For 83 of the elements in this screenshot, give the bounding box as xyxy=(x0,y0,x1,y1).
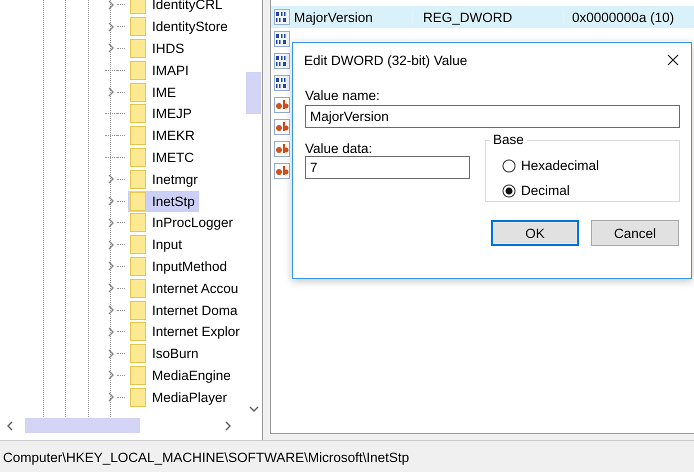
folder-icon xyxy=(130,256,146,276)
folder-icon xyxy=(130,148,146,167)
radio-option[interactable]: Hexadecimal xyxy=(502,153,600,178)
close-icon[interactable] xyxy=(667,54,679,66)
scrollbar-thumb[interactable] xyxy=(25,418,140,433)
folder-icon xyxy=(130,388,146,407)
registry-path: Computer\HKEY_LOCAL_MACHINE\SOFTWARE\Microsoft\InetStp xyxy=(3,450,410,464)
radio-option[interactable]: Decimal xyxy=(502,178,570,203)
expand-chevron-icon[interactable] xyxy=(107,22,115,32)
expand-chevron-icon[interactable] xyxy=(107,370,115,380)
value-data-field[interactable]: 7 xyxy=(305,156,470,179)
folder-icon xyxy=(130,278,146,298)
folder-icon xyxy=(130,38,146,58)
tree-item[interactable]: IMEKR xyxy=(128,125,199,146)
expand-chevron-icon[interactable] xyxy=(107,43,115,54)
tree-item[interactable]: IHDS xyxy=(128,38,188,59)
expand-chevron-icon[interactable] xyxy=(107,196,115,206)
folder-icon xyxy=(130,60,146,80)
radio-icon[interactable] xyxy=(502,184,516,198)
tree-item[interactable]: IdentityStore xyxy=(128,16,232,38)
expand-chevron-icon[interactable] xyxy=(107,305,115,316)
expand-chevron-icon[interactable] xyxy=(107,261,115,272)
radio-icon[interactable] xyxy=(502,158,516,172)
binary-value-icon xyxy=(273,9,291,25)
folder-icon xyxy=(130,300,146,320)
tree-item[interactable]: InputMethod xyxy=(128,256,232,277)
folder-icon xyxy=(130,322,146,342)
expand-chevron-icon[interactable] xyxy=(107,0,115,10)
folder-icon xyxy=(130,104,146,124)
tree-item[interactable]: IsoBurn xyxy=(128,343,203,364)
scroll-right-icon[interactable] xyxy=(224,420,232,430)
folder-icon xyxy=(130,170,146,189)
value-name-field[interactable]: MajorVersion xyxy=(305,105,680,128)
folder-icon xyxy=(130,366,146,385)
expand-chevron-icon[interactable] xyxy=(107,283,115,294)
expand-chevron-icon[interactable] xyxy=(107,326,115,337)
binary-value-icon xyxy=(273,53,291,69)
tree-item[interactable]: Input xyxy=(128,234,186,256)
folder-icon xyxy=(130,82,146,102)
dialog-button[interactable]: Cancel xyxy=(591,220,679,246)
string-value-icon xyxy=(273,97,291,113)
dialog-button[interactable]: OK xyxy=(491,220,579,246)
tree-item[interactable]: Internet Accou xyxy=(128,278,242,299)
expand-chevron-icon[interactable] xyxy=(107,87,115,98)
expand-chevron-icon[interactable] xyxy=(107,348,115,359)
scroll-left-icon[interactable] xyxy=(6,420,14,430)
tree-item[interactable]: Internet Doma xyxy=(128,300,242,321)
tree-item[interactable]: InetStp xyxy=(128,190,199,212)
field-label: Value data: xyxy=(305,141,372,156)
tree-item[interactable]: IMAPI xyxy=(128,60,193,81)
binary-value-icon xyxy=(273,75,291,91)
field-label: Value name: xyxy=(305,88,380,103)
tree-item[interactable]: IMETC xyxy=(128,146,198,168)
string-value-icon xyxy=(273,141,291,157)
tree-item[interactable]: MediaEngine xyxy=(128,364,235,386)
folder-icon xyxy=(130,235,146,254)
folder-icon xyxy=(130,126,146,146)
group-label: Base xyxy=(490,132,527,147)
tree-item[interactable]: IdentityCRL xyxy=(128,0,227,16)
tree-item[interactable]: IME xyxy=(128,82,180,103)
folder-icon xyxy=(130,192,146,211)
expand-chevron-icon[interactable] xyxy=(107,240,115,250)
string-value-icon xyxy=(273,163,291,179)
tree-item[interactable]: MediaPlayer xyxy=(128,386,232,408)
expand-chevron-icon[interactable] xyxy=(107,174,115,184)
folder-icon xyxy=(130,0,146,14)
value-type: REG_DWORD xyxy=(412,10,563,24)
dialog-title: Edit DWORD (32-bit) Value xyxy=(304,52,468,68)
scroll-down-icon[interactable] xyxy=(248,405,258,413)
expand-chevron-icon[interactable] xyxy=(107,392,115,402)
tree-item[interactable]: Inetmgr xyxy=(128,168,202,190)
expand-chevron-icon[interactable] xyxy=(107,218,115,228)
string-value-icon xyxy=(273,119,291,135)
folder-icon xyxy=(130,213,146,232)
binary-value-icon xyxy=(273,31,291,47)
scrollbar-thumb[interactable] xyxy=(246,72,261,114)
tree-item[interactable]: InProcLogger xyxy=(128,212,238,234)
value-data: 0x0000000a (10) xyxy=(563,10,674,24)
tree-item[interactable]: IMEJP xyxy=(128,103,196,124)
folder-icon xyxy=(130,17,146,36)
value-name[interactable]: MajorVersion xyxy=(291,10,412,24)
folder-icon xyxy=(130,344,146,364)
tree-item[interactable]: Internet Explor xyxy=(128,321,244,342)
